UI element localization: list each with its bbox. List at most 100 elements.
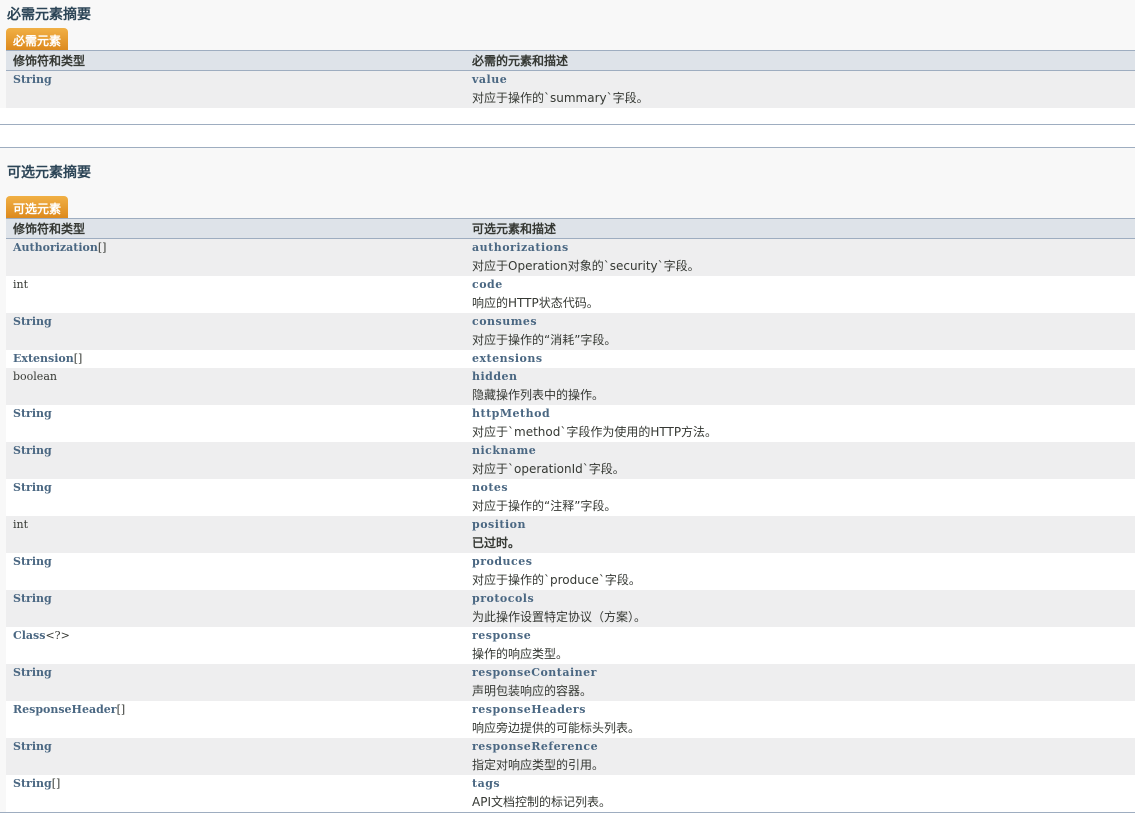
element-description: 对应于Operation对象的`security`字段。: [472, 259, 700, 273]
type-suffix: <?>: [45, 629, 70, 642]
type-link[interactable]: ResponseHeader: [13, 703, 117, 716]
table-row: String responseContainer 声明包装响应的容器。: [6, 664, 1135, 701]
optional-elements-table: 修饰符和类型 可选元素和描述 Authorization[] authorizat…: [6, 218, 1135, 812]
table-row: String responseReference 指定对响应类型的引用。: [6, 738, 1135, 775]
type-link[interactable]: Class: [13, 629, 45, 642]
element-name-link[interactable]: code: [472, 276, 1128, 294]
table-row: String value 对应于操作的`summary`字段。: [6, 70, 1135, 108]
element-name-link[interactable]: hidden: [472, 368, 1128, 386]
element-cell: produces 对应于操作的`produce`字段。: [465, 553, 1135, 590]
type-name: int: [13, 518, 29, 531]
type-cell: String: [6, 479, 465, 516]
element-name-link[interactable]: consumes: [472, 313, 1128, 331]
type-link[interactable]: String: [13, 315, 52, 328]
type-cell: Authorization[]: [6, 238, 465, 276]
element-name-link[interactable]: responseContainer: [472, 664, 1128, 682]
type-cell: String: [6, 442, 465, 479]
element-cell: code 响应的HTTP状态代码。: [465, 276, 1135, 313]
table-row: String consumes 对应于操作的“消耗”字段。: [6, 313, 1135, 350]
required-summary-title: 必需元素摘要: [7, 6, 91, 22]
element-cell: position 已过时。: [465, 516, 1135, 553]
type-cell: String: [6, 738, 465, 775]
table-row: int code 响应的HTTP状态代码。: [6, 276, 1135, 313]
element-cell: responseContainer 声明包装响应的容器。: [465, 664, 1135, 701]
type-link[interactable]: String: [13, 444, 52, 457]
table-row: int position 已过时。: [6, 516, 1135, 553]
column-header-description: 可选元素和描述: [465, 218, 1135, 239]
type-link[interactable]: String: [13, 407, 52, 420]
table-row: boolean hidden 隐藏操作列表中的操作。: [6, 368, 1135, 405]
element-cell: extensions: [465, 350, 1135, 368]
type-cell: String: [6, 313, 465, 350]
optional-element-summary: 可选元素摘要 可选元素 修饰符和类型 可选元素和描述 Authorization…: [0, 147, 1135, 813]
element-name-link[interactable]: httpMethod: [472, 405, 1128, 423]
type-link[interactable]: String: [13, 740, 52, 753]
element-description: 对应于操作的“注释”字段。: [472, 499, 617, 513]
element-description: 对应于操作的“消耗”字段。: [472, 333, 617, 347]
section-gap: [0, 125, 1135, 147]
element-description: 响应的HTTP状态代码。: [472, 296, 599, 310]
type-link[interactable]: Extension: [13, 352, 74, 365]
table-row: String nickname 对应于`operationId`字段。: [6, 442, 1135, 479]
type-name: boolean: [13, 370, 57, 383]
element-name-link[interactable]: responseHeaders: [472, 701, 1128, 719]
table-row: ResponseHeader[] responseHeaders 响应旁边提供的可能…: [6, 701, 1135, 738]
element-cell: protocols 为此操作设置特定协议（方案）。: [465, 590, 1135, 627]
type-link[interactable]: String: [13, 592, 52, 605]
element-cell: response 操作的响应类型。: [465, 627, 1135, 664]
type-link[interactable]: String: [13, 73, 52, 86]
type-link[interactable]: String: [13, 666, 52, 679]
type-cell: String: [6, 553, 465, 590]
element-name-link[interactable]: extensions: [472, 350, 1128, 368]
table-header-row: 修饰符和类型 必需的元素和描述: [6, 50, 1135, 71]
table-row: Extension[] extensions: [6, 350, 1135, 368]
element-name-link[interactable]: position: [472, 516, 1128, 534]
type-cell: String: [6, 590, 465, 627]
element-description: API文档控制的标记列表。: [472, 795, 611, 809]
table-row: Class<?> response 操作的响应类型。: [6, 627, 1135, 664]
type-cell: String: [6, 664, 465, 701]
element-name-link[interactable]: nickname: [472, 442, 1128, 460]
element-description: 响应旁边提供的可能标头列表。: [472, 721, 641, 735]
type-cell: int: [6, 516, 465, 553]
element-name-link[interactable]: notes: [472, 479, 1128, 497]
type-link[interactable]: String: [13, 555, 52, 568]
type-link[interactable]: String: [13, 481, 52, 494]
element-description: 指定对响应类型的引用。: [472, 758, 605, 772]
table-row: String[] tags API文档控制的标记列表。: [6, 775, 1135, 812]
element-name-link[interactable]: protocols: [472, 590, 1128, 608]
type-cell: boolean: [6, 368, 465, 405]
type-suffix: []: [116, 703, 126, 716]
column-header-type: 修饰符和类型: [6, 50, 465, 71]
required-element-summary: 必需元素摘要 必需元素 修饰符和类型 必需的元素和描述 String value 对…: [0, 0, 1135, 125]
type-link[interactable]: Authorization: [13, 241, 98, 254]
element-cell: value 对应于操作的`summary`字段。: [465, 70, 1135, 108]
element-description: 已过时。: [472, 536, 521, 550]
element-description: 操作的响应类型。: [472, 647, 569, 661]
table-row: String notes 对应于操作的“注释”字段。: [6, 479, 1135, 516]
type-cell: String[]: [6, 775, 465, 812]
column-header-description: 必需的元素和描述: [465, 50, 1135, 71]
element-cell: hidden 隐藏操作列表中的操作。: [465, 368, 1135, 405]
optional-summary-title: 可选元素摘要: [7, 164, 91, 180]
element-cell: responseReference 指定对响应类型的引用。: [465, 738, 1135, 775]
type-link[interactable]: String: [13, 777, 52, 790]
element-name-link[interactable]: authorizations: [472, 239, 1128, 257]
element-description: 对应于操作的`summary`字段。: [472, 91, 649, 105]
element-description: 对应于`operationId`字段。: [472, 462, 625, 476]
element-name-link[interactable]: responseReference: [472, 738, 1128, 756]
type-cell: Extension[]: [6, 350, 465, 368]
table-row: String httpMethod 对应于`method`字段作为使用的HTTP方法…: [6, 405, 1135, 442]
table-row: Authorization[] authorizations 对应于Operatio…: [6, 238, 1135, 276]
element-cell: httpMethod 对应于`method`字段作为使用的HTTP方法。: [465, 405, 1135, 442]
element-cell: notes 对应于操作的“注释”字段。: [465, 479, 1135, 516]
element-name-link[interactable]: tags: [472, 775, 1128, 793]
type-cell: String: [6, 405, 465, 442]
element-name-link[interactable]: value: [472, 71, 1128, 89]
element-description: 对应于操作的`produce`字段。: [472, 573, 641, 587]
element-description: 对应于`method`字段作为使用的HTTP方法。: [472, 425, 718, 439]
element-name-link[interactable]: response: [472, 627, 1128, 645]
element-name-link[interactable]: produces: [472, 553, 1128, 571]
element-description: 声明包装响应的容器。: [472, 684, 593, 698]
type-name: int: [13, 278, 29, 291]
